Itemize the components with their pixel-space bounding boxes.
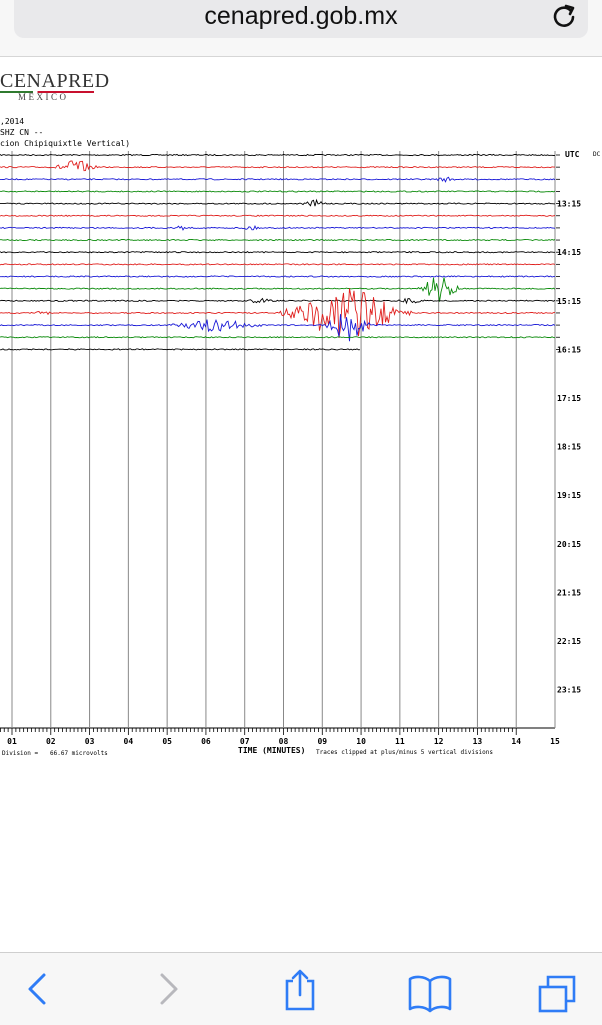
seismic-trace (0, 263, 556, 266)
seismogram-plot: 01 02 03 04 05 06 07 08 09 10 11 12 13 14 15 UTC DC 13:15… (0, 150, 601, 746)
seismic-trace (0, 225, 556, 231)
browser-url-bar: cenapred.gob.mx (0, 0, 602, 57)
x-tick-label: 08 (279, 737, 289, 746)
header-channel: SHZ CN -- (0, 128, 44, 137)
browser-toolbar (0, 952, 602, 1025)
back-icon[interactable] (6, 953, 66, 1025)
time-label: 14:15 (557, 248, 581, 257)
seismic-trace (0, 238, 556, 242)
x-tick-label: 09 (317, 737, 327, 746)
tabs-icon[interactable] (532, 953, 592, 1025)
seismic-trace (0, 153, 556, 157)
x-tick-label: 15 (550, 737, 560, 746)
x-tick-label: 05 (162, 737, 172, 746)
seismic-trace (0, 176, 556, 183)
time-label: 22:15 (557, 637, 581, 646)
x-tick-label: 12 (434, 737, 444, 746)
seismic-trace (0, 214, 556, 217)
time-label: 15:15 (557, 297, 581, 306)
time-label: 13:15 (557, 200, 581, 209)
book-icon[interactable] (400, 953, 460, 1025)
footer-clip-note: Traces clipped at plus/minus 5 vertical … (316, 749, 494, 756)
axis-title: TIME (MINUTES) (238, 746, 306, 755)
footer-microvolts: 66.67 microvolts (50, 750, 108, 757)
x-tick-label: 13 (473, 737, 483, 746)
footer-division: Division = (2, 750, 39, 757)
logo-text: CENAPRED (0, 70, 110, 92)
seismic-trace (0, 198, 556, 207)
reload-icon[interactable] (550, 2, 578, 30)
seismic-trace (0, 190, 556, 193)
seismic-trace (0, 297, 556, 305)
share-icon[interactable] (270, 953, 330, 1025)
time-label: 23:15 (557, 686, 581, 695)
time-label: 21:15 (557, 588, 581, 597)
logo-country: MÉXICO (18, 92, 69, 102)
time-label: 19:15 (557, 491, 581, 500)
url-text[interactable]: cenapred.gob.mx (0, 2, 602, 31)
forward-icon[interactable] (140, 953, 200, 1025)
seismic-trace (0, 277, 556, 302)
x-tick-label: 01 (7, 737, 17, 746)
seismic-trace (0, 275, 556, 278)
x-tick-label: 10 (356, 737, 366, 746)
seismic-trace (0, 336, 556, 339)
x-tick-label: 06 (201, 737, 211, 746)
seismic-trace (0, 288, 555, 338)
x-tick-label: 11 (395, 737, 405, 746)
seismic-trace (0, 348, 361, 351)
time-label: 17:15 (557, 394, 581, 403)
edge-label: DC (593, 151, 601, 158)
utc-label: UTC (565, 150, 580, 159)
seismic-trace (0, 160, 555, 172)
time-label: 18:15 (557, 443, 581, 452)
seismic-trace (0, 251, 555, 254)
x-tick-label: 07 (240, 737, 250, 746)
time-label: 16:15 (557, 345, 581, 354)
header-date: ,2014 (0, 117, 25, 126)
time-label: 20:15 (557, 540, 581, 549)
x-tick-label: 02 (46, 737, 56, 746)
x-tick-label: 04 (124, 737, 134, 746)
x-tick-label: 14 (511, 737, 521, 746)
x-tick-label: 03 (85, 737, 95, 746)
